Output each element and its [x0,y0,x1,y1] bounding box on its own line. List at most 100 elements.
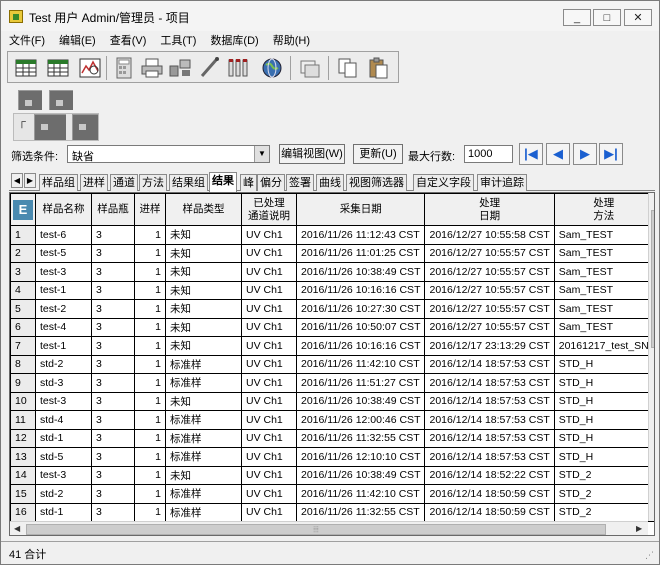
cell-processing-method[interactable]: STD_2 [553,502,654,522]
grid-small-icon-2[interactable] [49,90,73,110]
cell-injection[interactable]: 1 [134,243,166,263]
refresh-button[interactable]: 更新(U) [353,144,403,164]
printer-icon[interactable] [140,56,164,80]
cell-channel-desc[interactable]: UV Ch1 [241,280,297,300]
cell-vial[interactable]: 3 [91,373,135,393]
cell-processed-date[interactable]: 2016/12/27 10:55:57 CST [424,262,555,282]
table-row[interactable]: 5 test-2 3 1 未知 UV Ch1 2016/11/26 10:27:30 CST… [10,299,654,319]
calculator-icon[interactable] [112,56,136,80]
cell-row-number[interactable]: 13 [10,447,36,467]
cell-acquired-date[interactable]: 2016/11/26 11:42:10 CST [295,484,426,504]
edit-view-button[interactable]: 编辑视图(W) [279,144,345,164]
cell-processed-date[interactable]: 2016/12/27 10:55:57 CST [424,243,555,263]
col-sample-name[interactable]: 样品名称 [35,193,92,226]
cell-acquired-date[interactable]: 2016/11/26 10:16:16 CST [295,280,426,300]
table-row[interactable]: 2 test-5 3 1 未知 UV Ch1 2016/11/26 11:01:25 CST… [10,243,654,263]
cell-acquired-date[interactable]: 2016/11/26 10:50:07 CST [295,317,426,337]
cell-processing-method[interactable]: STD_2 [553,465,654,485]
copy-icon[interactable] [336,56,360,80]
cell-processed-date[interactable]: 2016/12/27 10:55:57 CST [424,317,555,337]
cell-sample-name[interactable]: std-4 [35,410,92,430]
close-button[interactable]: ✕ [624,9,652,26]
cell-acquired-date[interactable]: 2016/11/26 10:38:49 CST [295,465,426,485]
cell-injection[interactable]: 1 [134,428,166,448]
cell-sample-type[interactable]: 未知 [165,299,242,319]
cell-vial[interactable]: 3 [91,447,135,467]
cell-processing-method[interactable]: STD_H [553,354,654,374]
cell-row-number[interactable]: 12 [10,428,36,448]
cell-channel-desc[interactable]: UV Ch1 [241,373,297,393]
cell-sample-name[interactable]: test-1 [35,280,92,300]
cell-row-number[interactable]: 14 [10,465,36,485]
table-row[interactable]: 12 std-1 3 1 标准样 UV Ch1 2016/11/26 11:32:55 CS… [10,428,654,448]
cell-sample-type[interactable]: 标准样 [165,354,242,374]
menu-view[interactable]: 查看(V) [110,32,147,48]
layout-icon[interactable] [34,114,66,140]
cell-sample-type[interactable]: 未知 [165,317,242,337]
cell-injection[interactable]: 1 [134,354,166,374]
menu-database[interactable]: 数据库(D) [210,32,258,48]
cell-channel-desc[interactable]: UV Ch1 [241,243,297,263]
cell-processed-date[interactable]: 2016/12/14 18:57:53 CST [424,447,555,467]
menu-edit[interactable]: 编辑(E) [59,32,96,48]
pipette-icon[interactable] [198,56,222,80]
tab-method[interactable]: 方法 [139,174,167,191]
vials-icon[interactable] [226,56,250,80]
cell-processing-method[interactable]: STD_H [553,391,654,411]
horizontal-scrollbar[interactable]: ◀ ⦙⦙⦙ ▶ [10,521,648,535]
cell-processed-date[interactable]: 2016/12/14 18:57:53 CST [424,410,555,430]
cell-channel-desc[interactable]: UV Ch1 [241,428,297,448]
cell-channel-desc[interactable]: UV Ch1 [241,484,297,504]
cell-injection[interactable]: 1 [134,317,166,337]
cell-vial[interactable]: 3 [91,243,135,263]
cell-channel-desc[interactable]: UV Ch1 [241,502,297,522]
cell-row-number[interactable]: 3 [10,262,36,282]
table-row[interactable]: 3 test-3 3 1 未知 UV Ch1 2016/11/26 10:38:49 CST… [10,262,654,282]
last-page-icon[interactable]: ▶| [599,143,623,165]
grid-small-icon[interactable] [18,90,42,110]
tab-result-set[interactable]: 结果组 [169,174,208,191]
cell-sample-name[interactable]: test-3 [35,465,92,485]
cell-sample-type[interactable]: 未知 [165,243,242,263]
cell-injection[interactable]: 1 [134,373,166,393]
table-row[interactable]: 8 std-2 3 1 标准样 UV Ch1 2016/11/26 11:42:10 CST… [10,354,654,374]
cell-sample-type[interactable]: 标准样 [165,502,242,522]
cell-vial[interactable]: 3 [91,317,135,337]
cell-vial[interactable]: 3 [91,410,135,430]
cell-processing-method[interactable]: 20161217_test_SN [553,336,654,356]
cell-injection[interactable]: 1 [134,299,166,319]
cell-processing-method[interactable]: Sam_TEST [553,317,654,337]
cell-sample-name[interactable]: test-6 [35,225,92,245]
table-row[interactable]: 4 test-1 3 1 未知 UV Ch1 2016/11/26 10:16:16 CST… [10,280,654,300]
cell-vial[interactable]: 3 [91,336,135,356]
cell-processing-method[interactable]: STD_H [553,410,654,430]
cell-injection[interactable]: 1 [134,225,166,245]
cell-processed-date[interactable]: 2016/12/27 10:55:58 CST [424,225,555,245]
network-icon[interactable] [168,56,192,80]
cell-injection[interactable]: 1 [134,465,166,485]
cell-row-number[interactable]: 9 [10,373,36,393]
tab-custom-fields[interactable]: 自定义字段 [413,174,474,191]
cell-acquired-date[interactable]: 2016/11/26 10:16:16 CST [295,336,426,356]
table-row[interactable]: 1 test-6 3 1 未知 UV Ch1 2016/11/26 11:12:43 CST… [10,225,654,245]
cell-sample-name[interactable]: test-1 [35,336,92,356]
cell-injection[interactable]: 1 [134,336,166,356]
cell-sample-name[interactable]: std-1 [35,502,92,522]
cell-sample-name[interactable]: test-2 [35,299,92,319]
table-row[interactable]: 10 test-3 3 1 未知 UV Ch1 2016/11/26 10:38:49 CS… [10,391,654,411]
minimize-button[interactable]: _ [563,9,591,26]
cell-sample-type[interactable]: 未知 [165,336,242,356]
cell-acquired-date[interactable]: 2016/11/26 12:00:46 CST [295,410,426,430]
cell-acquired-date[interactable]: 2016/11/26 11:12:43 CST [295,225,426,245]
cell-vial[interactable]: 3 [91,484,135,504]
col-injection[interactable]: 进样 [134,193,166,226]
cell-acquired-date[interactable]: 2016/11/26 11:01:25 CST [295,243,426,263]
cell-processing-method[interactable]: STD_2 [553,484,654,504]
cell-processed-date[interactable]: 2016/12/14 18:57:53 CST [424,428,555,448]
scroll-right-icon[interactable]: ▶ [636,524,642,533]
cell-row-number[interactable]: 11 [10,410,36,430]
filter-select[interactable]: 缺省 ▼ [67,145,270,163]
vertical-scroll-thumb[interactable] [651,210,654,348]
globe-icon[interactable] [260,56,284,80]
review-icon[interactable] [78,56,102,80]
